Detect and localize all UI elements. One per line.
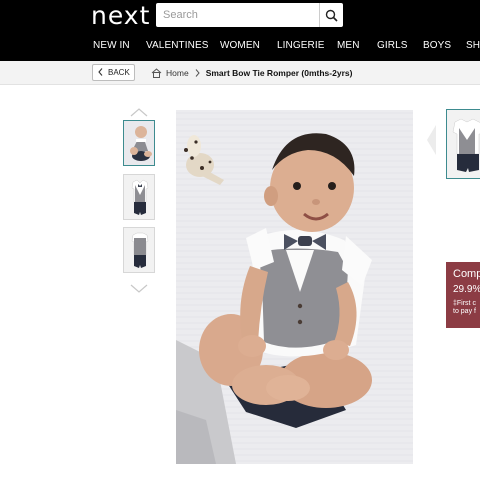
nav-shop-more[interactable]: SH [466, 40, 480, 51]
image-prev-arrow[interactable] [427, 125, 437, 160]
thumbnail-romper-front[interactable] [123, 174, 155, 220]
related-product-thumbnail[interactable] [446, 109, 480, 179]
promo-title: Comp [453, 268, 480, 280]
thumbnail-scroll-down[interactable] [130, 280, 148, 298]
nav-women[interactable]: WOMEN [220, 40, 260, 51]
promo-banner[interactable]: Comp 29.9% ‡First c to pay f [446, 262, 480, 328]
thumbnail-romper-back[interactable] [123, 227, 155, 273]
promo-rate: 29.9% [453, 284, 480, 295]
chevron-up-icon [130, 108, 148, 117]
site-header: next NEW IN VALENTINES WOMEN LINGERIE ME… [0, 0, 480, 61]
baby-photo-thumbnail-image [124, 121, 154, 165]
main-product-image[interactable] [176, 110, 413, 464]
home-icon[interactable] [151, 68, 162, 78]
back-button[interactable]: BACK [92, 64, 135, 81]
baby-wearing-romper-image [176, 110, 413, 464]
next-logo[interactable]: next [91, 1, 150, 30]
promo-footnote: ‡First c to pay f [453, 300, 480, 316]
nav-lingerie[interactable]: LINGERIE [277, 40, 324, 51]
breadcrumb-home[interactable]: Home [166, 68, 189, 78]
nav-valentines[interactable]: VALENTINES [146, 40, 209, 51]
search-icon [325, 9, 338, 22]
related-romper-image [447, 110, 480, 178]
breadcrumb-bar: BACK Home Smart Bow Tie Romper (0mths-2y… [0, 61, 480, 85]
thumbnail-baby-photo[interactable] [123, 120, 155, 166]
romper-front-thumbnail-image [124, 175, 154, 219]
search-button[interactable] [319, 3, 343, 27]
breadcrumb: Home Smart Bow Tie Romper (0mths-2yrs) [151, 68, 352, 78]
chevron-down-icon [130, 284, 148, 293]
breadcrumb-current: Smart Bow Tie Romper (0mths-2yrs) [205, 68, 353, 78]
back-button-label: BACK [108, 68, 130, 77]
nav-boys[interactable]: BOYS [423, 40, 451, 51]
promo-footnote-line1: ‡First c [453, 300, 476, 307]
nav-men[interactable]: MEN [337, 40, 360, 51]
main-nav: NEW IN VALENTINES WOMEN LINGERIE MEN GIR… [0, 40, 480, 58]
chevron-right-icon [195, 69, 200, 77]
nav-new-in[interactable]: NEW IN [93, 40, 130, 51]
search-input[interactable] [156, 3, 319, 27]
romper-back-thumbnail-image [124, 228, 154, 272]
chevron-left-icon [98, 67, 103, 78]
search-box [156, 3, 343, 27]
nav-girls[interactable]: GIRLS [377, 40, 408, 51]
chevron-left-icon [427, 125, 436, 155]
promo-footnote-line2: to pay f [453, 308, 476, 315]
